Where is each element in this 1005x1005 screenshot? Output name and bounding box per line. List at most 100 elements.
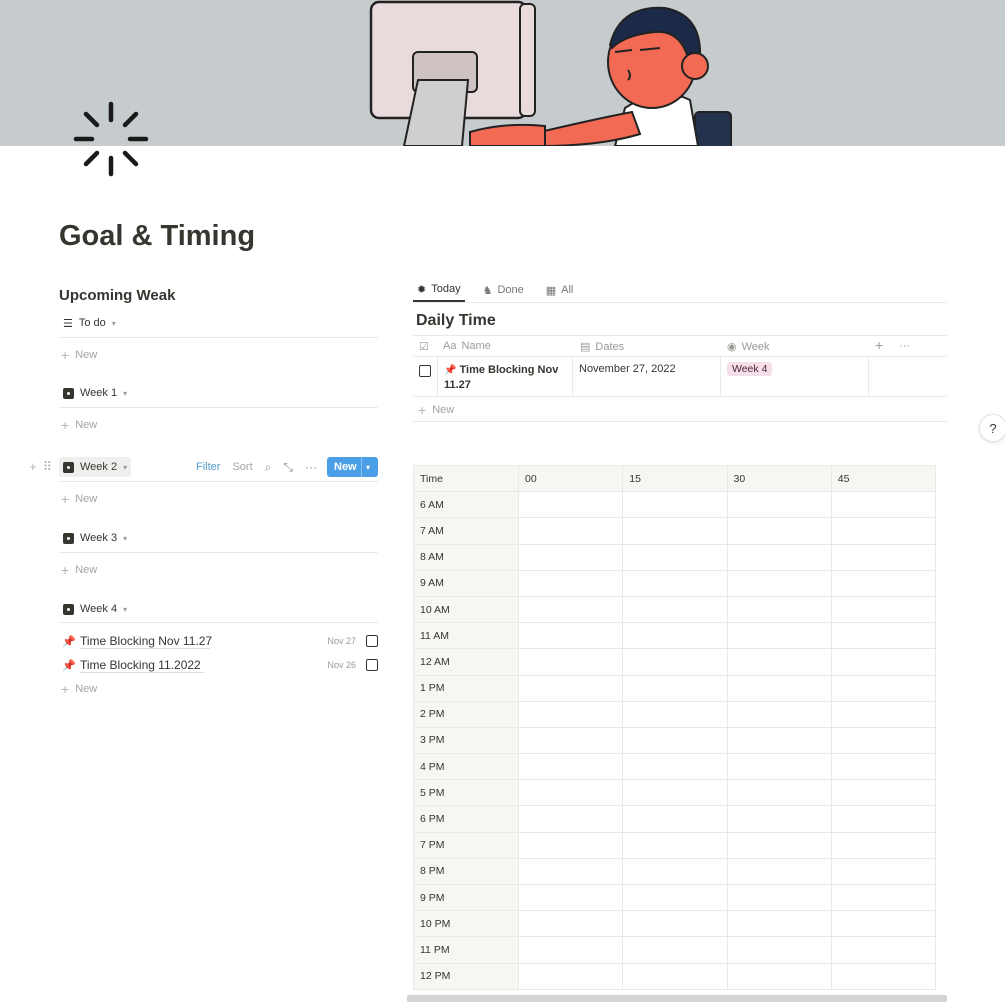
time-slot-cell[interactable]: [830, 779, 937, 807]
new-button[interactable]: New ▾: [327, 457, 378, 477]
time-slot-cell[interactable]: [830, 569, 937, 597]
time-slot-cell[interactable]: [726, 753, 832, 781]
time-slot-cell[interactable]: [726, 805, 832, 833]
time-slot-cell[interactable]: [622, 595, 728, 624]
view-week-4[interactable]: Week 4 ▾: [59, 599, 131, 619]
time-slot-cell[interactable]: [830, 831, 937, 859]
time-slot-cell[interactable]: [726, 700, 832, 728]
time-slot-cell[interactable]: [726, 726, 832, 755]
plus-icon[interactable]: +: [29, 459, 37, 475]
time-slot-cell[interactable]: [622, 805, 728, 833]
row-week[interactable]: Week 4: [721, 357, 869, 397]
time-slot-cell[interactable]: [622, 962, 728, 990]
time-slot-cell[interactable]: [622, 648, 728, 676]
time-slot-cell[interactable]: [830, 753, 937, 781]
time-slot-cell[interactable]: [726, 936, 832, 964]
time-slot-cell[interactable]: [622, 753, 728, 781]
time-slot-cell[interactable]: [517, 910, 624, 938]
time-slot-cell[interactable]: [517, 883, 624, 912]
tab-today[interactable]: ✹ Today: [413, 278, 465, 302]
task-name[interactable]: Time Blocking Nov 11.27: [80, 634, 212, 649]
time-slot-cell[interactable]: [830, 883, 937, 912]
time-slot-cell[interactable]: [517, 517, 624, 545]
time-slot-cell[interactable]: [726, 831, 832, 859]
time-slot-cell[interactable]: [726, 491, 832, 519]
time-slot-cell[interactable]: [622, 622, 728, 650]
time-slot-cell[interactable]: [517, 936, 624, 964]
database-title[interactable]: Daily Time: [416, 312, 496, 330]
time-slot-cell[interactable]: [517, 726, 624, 755]
new-item-button[interactable]: + New: [61, 682, 97, 696]
time-slot-cell[interactable]: [726, 543, 832, 571]
new-row-button[interactable]: + New: [418, 403, 454, 417]
new-item-button[interactable]: + New: [61, 348, 97, 362]
time-slot-cell[interactable]: [726, 857, 832, 886]
time-slot-cell[interactable]: [830, 857, 937, 886]
time-slot-cell[interactable]: [517, 962, 624, 990]
time-slot-cell[interactable]: [517, 779, 624, 807]
time-slot-cell[interactable]: [517, 491, 624, 519]
time-slot-cell[interactable]: [830, 595, 937, 624]
table-row[interactable]: 📌 Time Blocking Nov 11.27 November 27, 2…: [413, 357, 947, 397]
time-slot-cell[interactable]: [517, 569, 624, 597]
column-week[interactable]: ◉ Week: [727, 340, 770, 354]
time-slot-cell[interactable]: [622, 491, 728, 519]
time-slot-cell[interactable]: [622, 726, 728, 755]
spinner-icon[interactable]: [72, 100, 150, 178]
time-slot-cell[interactable]: [517, 622, 624, 650]
time-slot-cell[interactable]: [830, 805, 937, 833]
time-slot-cell[interactable]: [622, 779, 728, 807]
time-slot-cell[interactable]: [517, 674, 624, 702]
help-button[interactable]: ?: [979, 414, 1005, 442]
time-slot-cell[interactable]: [830, 622, 937, 650]
time-slot-cell[interactable]: [517, 857, 624, 886]
time-slot-cell[interactable]: [622, 831, 728, 859]
chevron-down-icon[interactable]: ▾: [362, 463, 370, 472]
column-name[interactable]: Aa Name: [443, 340, 491, 352]
time-slot-cell[interactable]: [726, 962, 832, 990]
search-icon[interactable]: ⌕: [265, 460, 272, 475]
time-slot-cell[interactable]: [622, 674, 728, 702]
horizontal-scrollbar[interactable]: [407, 995, 947, 1002]
new-item-button[interactable]: + New: [61, 418, 97, 432]
view-week-1[interactable]: Week 1 ▾: [59, 383, 131, 403]
row-date[interactable]: November 27, 2022: [573, 357, 721, 397]
time-slot-cell[interactable]: [830, 517, 937, 545]
time-slot-cell[interactable]: [517, 831, 624, 859]
time-slot-cell[interactable]: [622, 700, 728, 728]
more-icon[interactable]: ···: [305, 460, 317, 474]
add-column-icon[interactable]: +: [875, 337, 883, 353]
filter-button[interactable]: Filter: [196, 461, 220, 473]
expand-icon[interactable]: ⤡: [283, 460, 293, 475]
new-item-button[interactable]: + New: [61, 492, 97, 506]
time-slot-cell[interactable]: [830, 700, 937, 728]
more-icon[interactable]: ···: [899, 340, 910, 352]
time-slot-cell[interactable]: [830, 936, 937, 964]
task-checkbox[interactable]: [366, 635, 378, 647]
time-slot-cell[interactable]: [622, 910, 728, 938]
list-item[interactable]: 📌 Time Blocking 11.2022 Nov 26: [62, 655, 378, 675]
time-slot-cell[interactable]: [622, 857, 728, 886]
view-week-2[interactable]: Week 2 ▾: [59, 457, 132, 477]
time-slot-cell[interactable]: [726, 674, 832, 702]
view-todo[interactable]: ☰ To do ▾: [59, 313, 120, 333]
time-slot-cell[interactable]: [830, 491, 937, 519]
time-slot-cell[interactable]: [517, 700, 624, 728]
time-slot-cell[interactable]: [622, 936, 728, 964]
time-slot-cell[interactable]: [726, 779, 832, 807]
time-slot-cell[interactable]: [830, 726, 937, 755]
time-slot-cell[interactable]: [726, 622, 832, 650]
view-week-3[interactable]: Week 3 ▾: [59, 528, 131, 548]
time-slot-cell[interactable]: [517, 753, 624, 781]
time-slot-cell[interactable]: [830, 648, 937, 676]
time-slot-cell[interactable]: [830, 674, 937, 702]
tab-done[interactable]: ♞ Done: [479, 278, 528, 302]
time-slot-cell[interactable]: [622, 569, 728, 597]
task-checkbox[interactable]: [366, 659, 378, 671]
time-slot-cell[interactable]: [517, 648, 624, 676]
time-slot-cell[interactable]: [830, 543, 937, 571]
row-name[interactable]: 📌 Time Blocking Nov 11.27: [438, 357, 573, 397]
column-dates[interactable]: ▤ Dates: [580, 340, 624, 354]
checkbox-column-icon[interactable]: ☑: [419, 340, 429, 353]
time-slot-cell[interactable]: [622, 543, 728, 571]
